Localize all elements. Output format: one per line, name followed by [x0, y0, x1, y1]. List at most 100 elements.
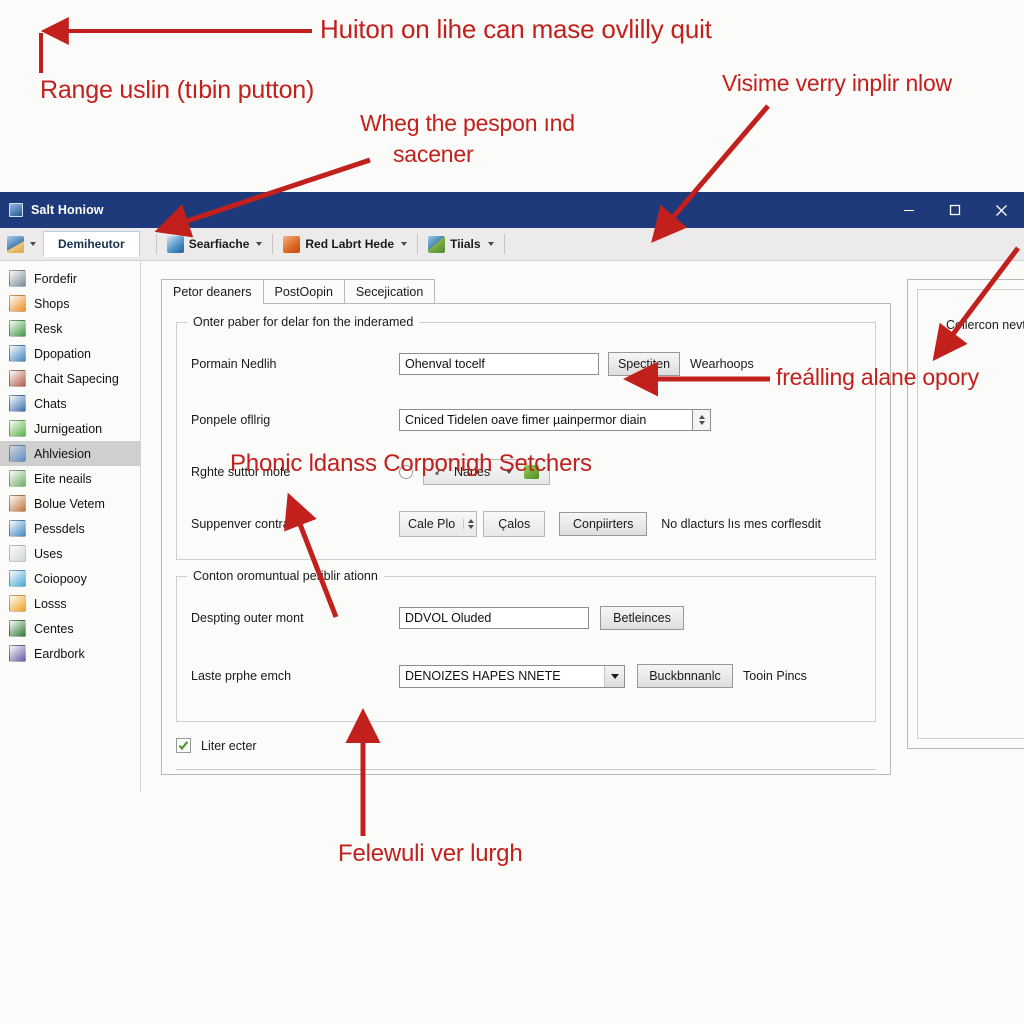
toolbar-button-red-labrt-hede[interactable]: Red Labrt Hede [280, 232, 410, 256]
sidebar-item-label: Uses [34, 546, 63, 561]
sidebar-item-losss[interactable]: Losss [0, 591, 140, 616]
conpiirters-button[interactable]: Conpiirters [559, 512, 648, 536]
sidebar-item-label: Chats [34, 396, 67, 411]
sidebar-item-chats[interactable]: Chats [0, 391, 140, 416]
minimize-icon[interactable] [886, 192, 932, 228]
chevron-down-icon [30, 242, 36, 246]
toolbar-separator [155, 234, 157, 254]
toolbar-separator [417, 234, 419, 254]
betleinces-button[interactable]: Betleinces [600, 606, 684, 630]
sidebar-item-eite-neails[interactable]: Eite neails [0, 466, 140, 491]
group-box-secondary-title: Conton oromuntual periblir ationn [187, 569, 384, 583]
group-box-secondary: Conton oromuntual periblir ationn Despti… [176, 569, 876, 722]
sidebar-item-label: Ahlviesion [34, 446, 91, 461]
annotation-phonic: Phonic ldanss Corponigh Setchers [230, 450, 592, 477]
path-input-value: DDVOL Oluded [405, 611, 492, 625]
toolbar-button-tiials[interactable]: Tiials [425, 232, 496, 256]
sidebar-item-label: Eardbork [34, 646, 85, 661]
toolbar-button-label: Tiials [450, 237, 481, 251]
annotation-range-button: Range uslin (tıbin putton) [40, 76, 315, 104]
sidebar-item-label: Losss [34, 596, 67, 611]
sidebar-item-pessdels[interactable]: Pessdels [0, 516, 140, 541]
sidebar-item-ahlviesion[interactable]: Ahlviesion [0, 441, 140, 466]
file-input[interactable]: Cniced Tidelen oave fimer µainpermor dia… [399, 409, 693, 431]
sidebar-item-fordefir[interactable]: Fordefir [0, 266, 140, 291]
sidebar-item-label: Chait Sapecing [34, 371, 119, 386]
name-input[interactable]: Ohenval tocelf [399, 353, 599, 375]
sidebar-item-jurnigeation[interactable]: Jurnigeation [0, 416, 140, 441]
bag-icon [9, 620, 26, 637]
sidebar-item-label: Jurnigeation [34, 421, 103, 436]
chevron-down-icon [401, 242, 408, 246]
stepper-down-icon [698, 421, 705, 425]
close-icon[interactable] [978, 192, 1024, 228]
sidebar-item-label: Dpopation [34, 346, 91, 361]
supervisor-row-hint: No dlacturs lıs mes corflesdit [661, 517, 821, 531]
sidebar-item-eardbork[interactable]: Eardbork [0, 641, 140, 666]
application-window: Salt Honiow Demiheutor Searfiache Red La… [0, 192, 1024, 792]
liter-ecter-checkbox[interactable] [176, 738, 191, 753]
cale-plo-stepper[interactable]: Cale Plo [399, 511, 478, 537]
calos-button-label: Çalos [498, 517, 531, 531]
maximize-icon[interactable] [932, 192, 978, 228]
sidebar-item-label: Eite neails [34, 471, 92, 486]
form-row-name: Pormain Nedlih Ohenval tocelf Spectiten … [191, 349, 861, 379]
betleinces-button-label: Betleinces [613, 611, 671, 625]
sidebar-item-bolue-vetem[interactable]: Bolue Vetem [0, 491, 140, 516]
tab-label: PostOopin [274, 285, 333, 299]
annotation-pespon-line1: Wheg the pespon ınd [360, 110, 575, 136]
toolbar-app-menu[interactable] [4, 232, 39, 256]
spectiten-button[interactable]: Spectiten [608, 352, 680, 376]
globe-icon [9, 320, 26, 337]
window-title: Salt Honiow [31, 203, 104, 217]
annotation-pespon-line2: sacener [393, 141, 474, 167]
chart-icon [9, 395, 26, 412]
main-content: Petor deaners PostOopin Secejication Onter… [141, 261, 1024, 792]
app-menu-icon [7, 235, 24, 253]
sidebar-item-dpopation[interactable]: Dpopation [0, 341, 140, 366]
cale-plo-label: Cale Plo [408, 517, 456, 531]
sidebar-item-uses[interactable]: Uses [0, 541, 140, 566]
annotation-frealling: freálling alane opory [776, 364, 979, 390]
tab-postoopin[interactable]: PostOopin [262, 279, 345, 304]
toolbar-separator [503, 234, 505, 254]
tools-icon [9, 445, 26, 462]
sidebar-item-label: Fordefir [34, 271, 78, 286]
tab-secejication[interactable]: Secejication [343, 279, 436, 304]
sidebar-item-centes[interactable]: Centes [0, 616, 140, 641]
sidebar-item-label: Pessdels [34, 521, 85, 536]
sidebar-item-coiopooy[interactable]: Coiopooy [0, 566, 140, 591]
denoizes-select[interactable]: DENOIZES HAPES NNETE [399, 664, 625, 688]
toolbar-button-searfiache[interactable]: Searfiache [164, 232, 266, 256]
sidebar-item-label: Shops [34, 296, 70, 311]
buckbnnanlc-button[interactable]: Buckbnnanlc [637, 664, 733, 688]
toolbar: Demiheutor Searfiache Red Labrt Hede Tii… [0, 228, 1024, 261]
wrench-icon [9, 370, 26, 387]
footer-divider [176, 769, 876, 770]
toolbar-tab-label: Demiheutor [58, 237, 125, 251]
server-icon [9, 270, 26, 287]
sidebar-item-shops[interactable]: Shops [0, 291, 140, 316]
people-icon [428, 235, 446, 253]
book-icon [9, 495, 26, 512]
file-stepper[interactable] [693, 409, 711, 431]
stepper-down-icon [468, 525, 475, 529]
sidebar-item-label: Resk [34, 321, 63, 336]
tab-label: Secejication [355, 285, 424, 299]
chevron-down-icon[interactable] [604, 665, 624, 687]
annotation-visime: Visime verry inplir nlow [722, 70, 952, 96]
calos-button[interactable]: Çalos [483, 511, 546, 537]
settings-pane: Petor deaners PostOopin Secejication Onter… [161, 279, 891, 775]
sidebar-item-resk[interactable]: Resk [0, 316, 140, 341]
info-icon [9, 645, 26, 662]
path-input[interactable]: DDVOL Oluded [399, 607, 589, 629]
page-blank-icon [9, 545, 26, 562]
liter-ecter-checkbox-row[interactable]: Liter ecter [176, 738, 876, 753]
right-panel: Collercon nevt [907, 279, 1024, 749]
toolbar-tab-demiheutor[interactable]: Demiheutor [43, 231, 140, 257]
tab-petor-deaners[interactable]: Petor deaners [161, 279, 264, 304]
form-row-select-label: Laste prphe emch [191, 669, 292, 683]
clipboard-icon [9, 595, 26, 612]
sidebar-item-chait-sapecing[interactable]: Chait Sapecing [0, 366, 140, 391]
window-titlebar: Salt Honiow [0, 192, 1024, 228]
